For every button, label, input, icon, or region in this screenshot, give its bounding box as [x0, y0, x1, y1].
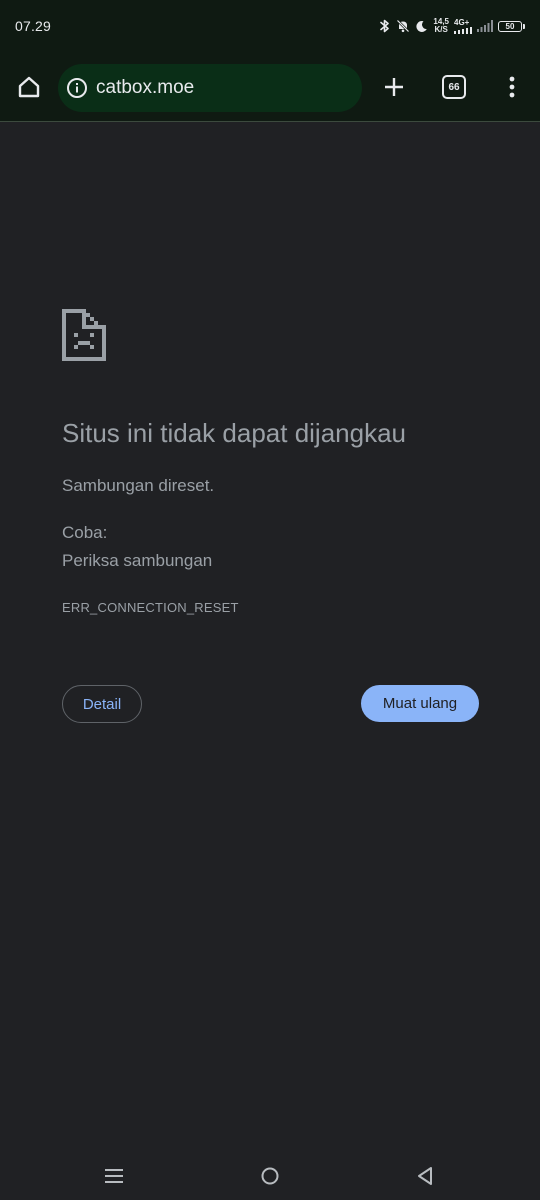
signal-bars-icon	[477, 20, 493, 32]
bell-off-icon	[396, 19, 410, 33]
system-nav-bar	[0, 1150, 540, 1200]
error-title: Situs ini tidak dapat dijangkau	[62, 418, 407, 448]
info-icon[interactable]	[66, 77, 88, 99]
error-description: Sambungan direset.	[62, 476, 215, 495]
omnibox-url[interactable]: catbox.moe	[96, 77, 194, 99]
tab-count: 66	[448, 81, 460, 93]
try-label: Coba:	[62, 523, 108, 542]
omnibox[interactable]: catbox.moe	[58, 64, 362, 112]
recent-apps-icon	[105, 1169, 123, 1183]
signal-4g-icon: 4G+	[454, 17, 472, 34]
browser-top-area: 07.29 14,5 K/S 4G+ 50 catbox.moe 66	[0, 0, 540, 122]
system-home-button[interactable]	[258, 1164, 282, 1188]
error-code: ERR_CONNECTION_RESET	[62, 600, 239, 615]
home-circle-icon	[261, 1167, 279, 1185]
suggestion-item: Periksa sambungan	[62, 551, 213, 570]
system-back-button[interactable]	[413, 1164, 437, 1188]
new-tab-button[interactable]	[378, 71, 410, 103]
status-icons: 14,5 K/S 4G+ 50	[379, 14, 525, 38]
tabs-icon: 66	[442, 75, 466, 99]
more-menu-button[interactable]	[498, 71, 526, 103]
moon-icon	[415, 20, 428, 33]
browser-toolbar: catbox.moe 66	[0, 62, 540, 114]
home-button[interactable]	[12, 70, 46, 104]
details-button[interactable]: Detail	[62, 685, 142, 723]
tab-switcher-button[interactable]: 66	[440, 73, 468, 101]
sad-page-icon	[62, 309, 106, 361]
status-bar: 07.29 14,5 K/S 4G+ 50	[0, 0, 540, 52]
reload-button[interactable]: Muat ulang	[361, 685, 479, 722]
battery-icon: 50	[498, 20, 525, 32]
status-time: 07.29	[15, 18, 52, 34]
network-speed-unit: K/S	[434, 25, 448, 34]
network-type: 4G+	[454, 17, 470, 27]
bluetooth-icon	[379, 19, 391, 33]
network-speed: 14,5 K/S	[433, 18, 449, 34]
plus-icon	[385, 78, 403, 96]
back-triangle-icon	[418, 1167, 432, 1185]
battery-level: 50	[505, 21, 515, 31]
recent-apps-button[interactable]	[102, 1164, 126, 1188]
home-icon	[18, 76, 40, 98]
more-vert-icon	[509, 76, 515, 98]
